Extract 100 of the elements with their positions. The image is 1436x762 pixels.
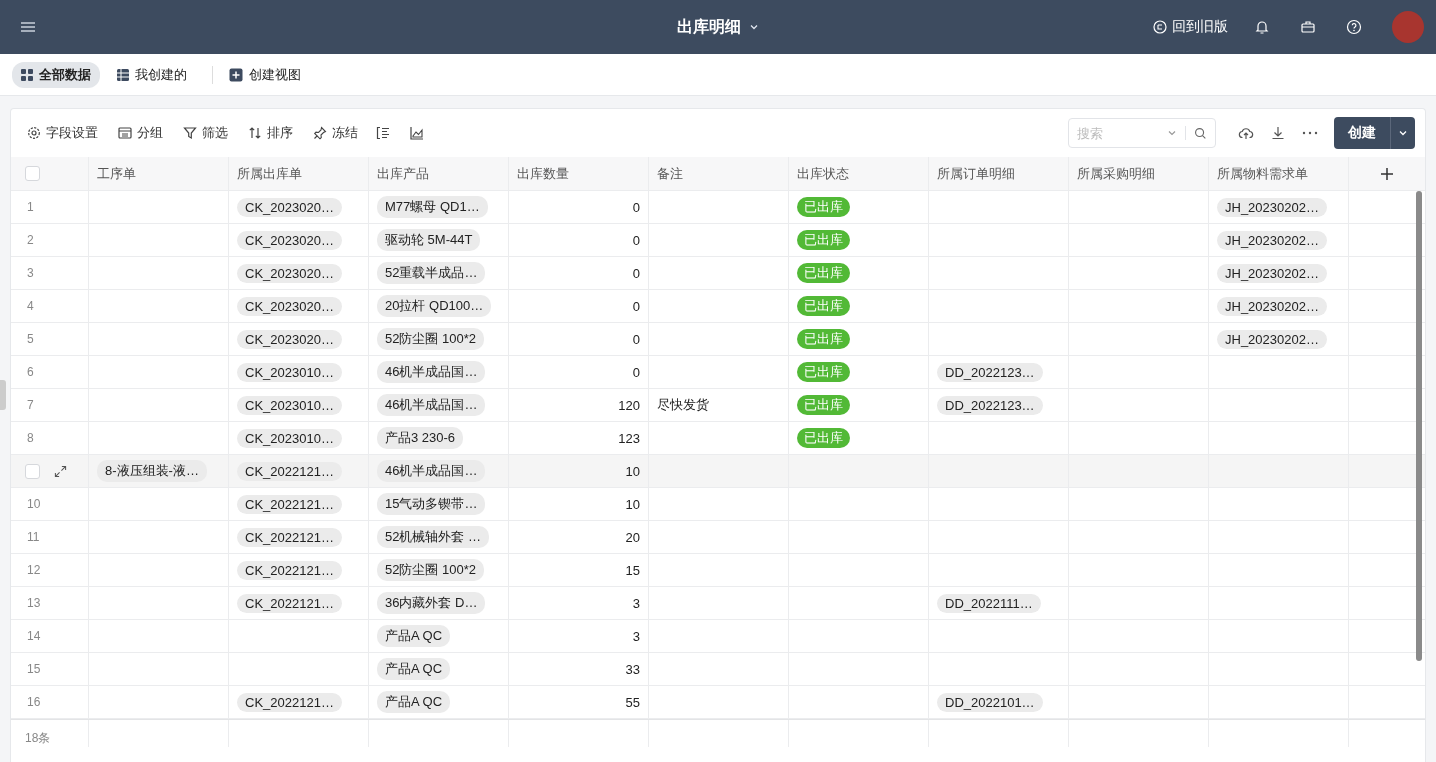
scrollbar[interactable] bbox=[1416, 191, 1422, 661]
filter-button[interactable]: 筛选 bbox=[183, 124, 228, 142]
record-link-tag[interactable]: 36内藏外套 D… bbox=[377, 592, 486, 614]
record-link-tag[interactable]: CK_2023020… bbox=[237, 296, 342, 316]
record-link-tag[interactable]: 46机半成品国… bbox=[377, 460, 486, 482]
panel-handle[interactable] bbox=[0, 380, 6, 410]
row-number: 2 bbox=[26, 233, 34, 247]
search-bar[interactable]: 搜索 bbox=[1068, 118, 1216, 148]
record-link-tag[interactable]: CK_2023020… bbox=[237, 230, 342, 250]
old-version-link[interactable]: 回到旧版 bbox=[1153, 18, 1228, 36]
quantity-cell: 33 bbox=[625, 661, 640, 677]
record-link-tag[interactable]: 8-液压组装-液… bbox=[97, 460, 207, 482]
column-header[interactable]: 工序单 bbox=[97, 164, 136, 183]
record-link-tag[interactable]: CK_2023020… bbox=[237, 197, 342, 217]
row-number: 8 bbox=[26, 431, 34, 445]
filter-icon bbox=[183, 126, 197, 140]
caret-icon[interactable] bbox=[749, 22, 759, 32]
status-tag: 已出库 bbox=[797, 362, 850, 382]
row-number: 3 bbox=[26, 266, 34, 280]
more-icon[interactable] bbox=[1302, 131, 1318, 135]
record-link-tag[interactable]: 46机半成品国… bbox=[377, 361, 486, 383]
column-header[interactable]: 所属物料需求单 bbox=[1217, 164, 1308, 183]
column-header[interactable]: 备注 bbox=[657, 164, 683, 183]
add-column-icon[interactable] bbox=[1380, 166, 1394, 181]
record-link-tag[interactable]: CK_2023010… bbox=[237, 428, 342, 448]
record-link-tag[interactable]: JH_20230202… bbox=[1217, 263, 1327, 283]
record-link-tag[interactable]: JH_20230202… bbox=[1217, 329, 1327, 349]
column-header[interactable]: 出库产品 bbox=[377, 164, 429, 183]
upload-icon[interactable] bbox=[1238, 125, 1254, 141]
record-link-tag[interactable]: JH_20230202… bbox=[1217, 230, 1327, 250]
column-header[interactable]: 所属采购明细 bbox=[1077, 164, 1155, 183]
group-button[interactable]: 分组 bbox=[118, 124, 163, 142]
field-settings-button[interactable]: 字段设置 bbox=[27, 124, 98, 142]
record-link-tag[interactable]: CK_2023010… bbox=[237, 362, 342, 382]
record-link-tag[interactable]: M77螺母 QD1… bbox=[377, 196, 488, 218]
search-icon[interactable] bbox=[1194, 126, 1207, 140]
record-link-tag[interactable]: 52重载半成品… bbox=[377, 262, 486, 284]
column-header[interactable]: 所属订单明细 bbox=[937, 164, 1015, 183]
record-link-tag[interactable]: 52机械轴外套 … bbox=[377, 526, 490, 548]
quantity-cell: 120 bbox=[618, 397, 640, 413]
record-link-tag[interactable]: 产品A QC bbox=[377, 658, 451, 680]
record-link-tag[interactable]: CK_2022121… bbox=[237, 593, 342, 613]
row-number: 12 bbox=[26, 563, 41, 577]
column-header[interactable]: 所属出库单 bbox=[237, 164, 302, 183]
row-height-icon[interactable] bbox=[376, 126, 390, 140]
record-link-tag[interactable]: 产品A QC bbox=[377, 625, 451, 647]
view-tab[interactable]: 我创建的 bbox=[108, 61, 196, 88]
menu-icon[interactable] bbox=[20, 19, 36, 35]
status-tag: 已出库 bbox=[797, 230, 850, 250]
row-number: 15 bbox=[26, 662, 41, 676]
record-link-tag[interactable]: CK_2022121… bbox=[237, 692, 342, 712]
column-header[interactable]: 出库状态 bbox=[797, 164, 849, 183]
view-tab[interactable]: 全部数据 bbox=[12, 61, 100, 88]
caret-icon[interactable] bbox=[1398, 128, 1408, 138]
record-link-tag[interactable]: JH_20230202… bbox=[1217, 296, 1327, 316]
record-link-tag[interactable]: CK_2023020… bbox=[237, 263, 342, 283]
record-link-tag[interactable]: 产品3 230-6 bbox=[377, 427, 464, 449]
record-count: 18条 bbox=[25, 730, 51, 747]
record-link-tag[interactable]: CK_2023010… bbox=[237, 395, 342, 415]
bell-icon[interactable] bbox=[1254, 19, 1270, 35]
record-link-tag[interactable]: 20拉杆 QD100… bbox=[377, 295, 492, 317]
record-link-tag[interactable]: 驱动轮 5M-44T bbox=[377, 229, 481, 251]
quantity-cell: 15 bbox=[625, 562, 640, 578]
gear-icon bbox=[27, 126, 41, 140]
record-link-tag[interactable]: CK_2022121… bbox=[237, 560, 342, 580]
row-number: 16 bbox=[26, 695, 41, 709]
expand-icon[interactable] bbox=[54, 464, 67, 478]
download-icon[interactable] bbox=[1270, 125, 1286, 141]
page-title: 出库明细 bbox=[677, 16, 741, 37]
record-link-tag[interactable]: CK_2022121… bbox=[237, 527, 342, 547]
record-link-tag[interactable]: 46机半成品国… bbox=[377, 394, 486, 416]
quantity-cell: 0 bbox=[632, 232, 640, 248]
record-link-tag[interactable]: 52防尘圈 100*2 bbox=[377, 328, 485, 350]
row-number: 11 bbox=[26, 530, 40, 544]
create-split-button[interactable]: 创建 bbox=[1334, 117, 1415, 149]
status-tag: 已出库 bbox=[797, 263, 850, 283]
briefcase-icon[interactable] bbox=[1300, 19, 1316, 35]
record-link-tag[interactable]: CK_2023020… bbox=[237, 329, 342, 349]
sort-button[interactable]: 排序 bbox=[248, 124, 293, 142]
record-link-tag[interactable]: CK_2022121… bbox=[237, 461, 342, 481]
quantity-cell: 123 bbox=[618, 430, 640, 446]
record-link-tag[interactable]: 15气动多锲带… bbox=[377, 493, 486, 515]
row-checkbox[interactable] bbox=[25, 463, 40, 479]
grid-icon bbox=[21, 68, 33, 81]
help-icon[interactable] bbox=[1346, 19, 1362, 35]
record-link-tag[interactable]: DD_2022111… bbox=[937, 593, 1041, 613]
record-link-tag[interactable]: DD_2022123… bbox=[937, 362, 1043, 382]
record-link-tag[interactable]: 52防尘圈 100*2 bbox=[377, 559, 485, 581]
column-header[interactable]: 出库数量 bbox=[517, 164, 569, 183]
record-link-tag[interactable]: 产品A QC bbox=[377, 691, 451, 713]
record-link-tag[interactable]: DD_2022123… bbox=[937, 395, 1043, 415]
create-view-button[interactable]: 创建视图 bbox=[225, 61, 305, 88]
select-all-checkbox[interactable] bbox=[25, 166, 40, 181]
quantity-cell: 0 bbox=[632, 364, 640, 380]
remark-cell: 尽快发货 bbox=[657, 396, 709, 414]
record-link-tag[interactable]: CK_2022121… bbox=[237, 494, 342, 514]
chart-icon[interactable] bbox=[410, 126, 424, 140]
record-link-tag[interactable]: DD_2022101… bbox=[937, 692, 1043, 712]
freeze-button[interactable]: 冻结 bbox=[313, 124, 358, 142]
record-link-tag[interactable]: JH_20230202… bbox=[1217, 197, 1327, 217]
